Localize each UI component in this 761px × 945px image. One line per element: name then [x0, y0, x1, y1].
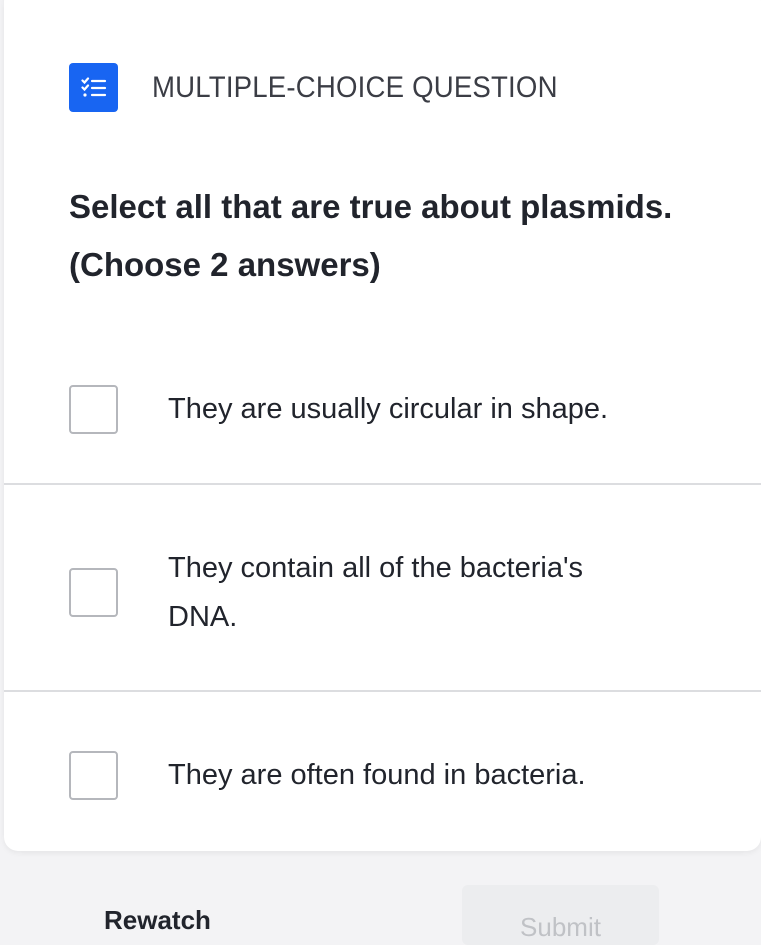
question-type-label: MULTIPLE-CHOICE QUESTION	[152, 70, 558, 104]
choice-checkbox[interactable]	[69, 751, 118, 800]
choice-item[interactable]: They contain all of the bacteria's DNA.	[4, 544, 761, 664]
question-prompt: Select all that are true about plasmids.…	[69, 178, 719, 294]
choice-divider	[4, 483, 761, 485]
choice-label: They are usually circular in shape.	[168, 393, 609, 425]
rewatch-button[interactable]: Rewatch	[104, 905, 211, 936]
question-prompt-text: Select all that are true about plasmids.	[69, 188, 673, 225]
choice-checkbox[interactable]	[69, 385, 118, 434]
choice-divider	[4, 690, 761, 692]
choice-label: They are often found in bacteria.	[168, 759, 586, 791]
choice-item[interactable]: They are usually circular in shape.	[4, 373, 761, 483]
choice-item[interactable]: They are often found in bacteria.	[4, 740, 761, 820]
choice-checkbox[interactable]	[69, 568, 118, 617]
submit-button[interactable]: Submit	[462, 885, 659, 945]
checklist-icon	[69, 63, 118, 112]
question-header: MULTIPLE-CHOICE QUESTION	[69, 63, 593, 112]
choice-label: They contain all of the bacteria's DNA.	[168, 552, 583, 633]
question-card: MULTIPLE-CHOICE QUESTION Select all that…	[4, 0, 761, 851]
question-prompt-instruction: (Choose 2 answers)	[69, 246, 381, 283]
